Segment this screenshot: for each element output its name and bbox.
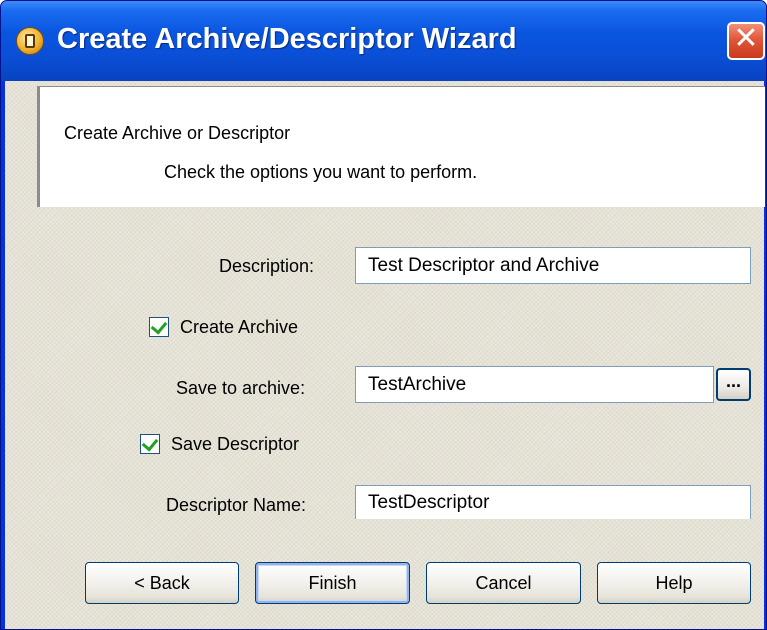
finish-button[interactable]: Finish: [255, 562, 410, 604]
page-subtitle: Check the options you want to perform.: [164, 162, 478, 182]
help-button[interactable]: Help: [597, 562, 751, 604]
title-bar[interactable]: Create Archive/Descriptor Wizard ✕: [1, 1, 766, 81]
cancel-button[interactable]: Cancel: [426, 562, 581, 604]
description-label: Description:: [219, 256, 315, 276]
create-archive-label[interactable]: Create Archive: [180, 317, 298, 338]
dialog-body: Create Archive or Descriptor Check the o…: [5, 81, 765, 629]
browse-archive-button[interactable]: ...: [716, 368, 751, 401]
wizard-app-icon: [16, 27, 44, 55]
close-button[interactable]: ✕: [727, 22, 765, 60]
descriptor-name-label: Descriptor Name:: [166, 495, 307, 515]
checkmark-icon: [141, 434, 159, 452]
descriptor-name-input[interactable]: [355, 485, 751, 519]
save-descriptor-label[interactable]: Save Descriptor: [171, 434, 299, 455]
create-archive-checkbox[interactable]: [149, 317, 169, 337]
back-button[interactable]: < Back: [85, 562, 239, 604]
save-descriptor-checkbox[interactable]: [140, 434, 160, 454]
wizard-header-panel: Create Archive or Descriptor Check the o…: [37, 86, 765, 207]
page-title: Create Archive or Descriptor: [64, 123, 291, 143]
save-to-archive-input[interactable]: [355, 366, 714, 403]
wizard-window: Create Archive/Descriptor Wizard ✕ Creat…: [0, 0, 767, 630]
description-input[interactable]: [355, 247, 751, 284]
window-title: Create Archive/Descriptor Wizard: [57, 23, 517, 55]
checkmark-icon: [150, 317, 168, 335]
save-to-archive-label: Save to archive:: [176, 378, 306, 398]
